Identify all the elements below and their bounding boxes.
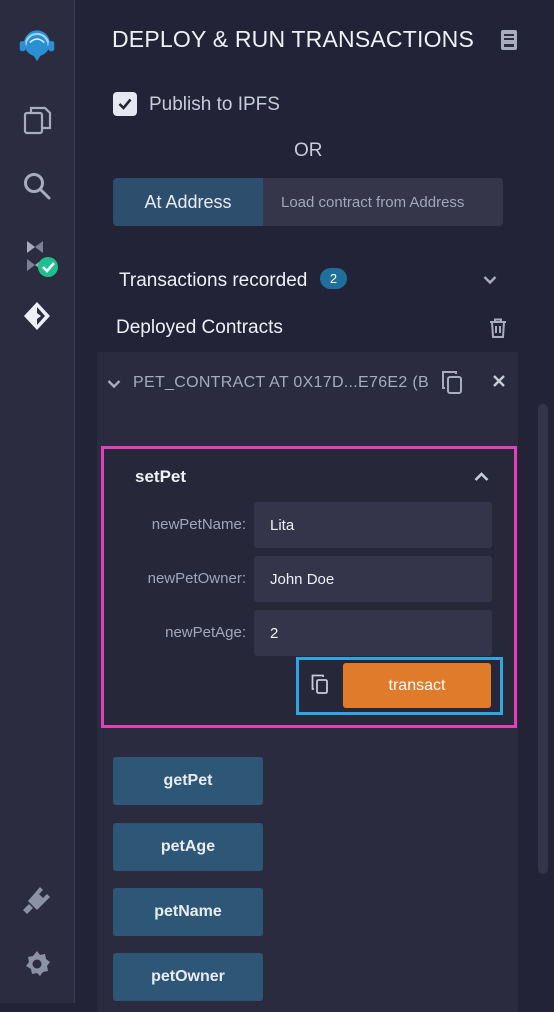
getpet-button[interactable]: getPet [113,757,263,805]
setpet-function-box: setPet newPetName: Lita newPetOwner: Joh… [101,446,517,728]
param-input-newpetowner[interactable]: John Doe [254,556,492,602]
transactions-count-badge: 2 [320,268,347,289]
page-title: DEPLOY & RUN TRANSACTIONS [112,26,475,52]
transact-highlight: transact [296,657,503,715]
search-icon[interactable] [14,166,60,206]
at-address-button[interactable]: At Address [113,178,263,226]
transactions-recorded-label[interactable]: Transactions recorded [119,270,307,292]
contract-header: PET_CONTRACT AT 0X17D...E76E2 (B [107,371,507,394]
copy-icon[interactable] [441,370,463,399]
scrollbar[interactable] [538,404,548,874]
address-input[interactable]: Load contract from Address [263,178,503,226]
petowner-button[interactable]: petOwner [113,953,263,1001]
param-label-newpetname: newPetName: [151,516,246,533]
or-separator: OR [294,140,323,161]
at-address-group: At Address Load contract from Address [113,178,503,226]
documentation-icon[interactable] [499,29,519,56]
param-input-newpetname[interactable]: Lita [254,502,492,548]
check-icon [118,98,132,110]
plugin-manager-icon[interactable] [14,880,60,920]
transact-button[interactable]: transact [343,663,491,708]
deploy-run-panel: DEPLOY & RUN TRANSACTIONS Publish to IPF… [75,0,554,1012]
publish-checkbox[interactable] [113,92,137,116]
param-label-newpetowner: newPetOwner: [147,570,246,587]
settings-icon[interactable] [14,944,60,984]
trash-icon[interactable] [489,318,507,343]
chevron-up-icon[interactable] [474,469,489,487]
remix-logo-icon[interactable] [14,18,60,70]
chevron-down-icon[interactable] [107,376,121,394]
contract-name[interactable]: PET_CONTRACT AT 0X17D...E76E2 (B [133,374,429,392]
deploy-run-icon[interactable] [14,296,60,336]
publish-label: Publish to IPFS [149,94,280,115]
file-explorer-icon[interactable] [14,100,60,140]
solidity-compiler-icon[interactable] [14,234,60,280]
close-icon[interactable] [493,374,505,392]
copy-icon[interactable] [311,674,329,699]
petname-button[interactable]: petName [113,888,263,936]
function-title: setPet [135,467,187,486]
param-label-newpetage: newPetAge: [165,624,246,641]
param-input-newpetage[interactable]: 2 [254,610,492,656]
deployed-contracts-label: Deployed Contracts [116,317,283,338]
petage-button[interactable]: petAge [113,823,263,871]
icon-panel [0,0,75,1003]
chevron-down-icon[interactable] [483,272,497,290]
